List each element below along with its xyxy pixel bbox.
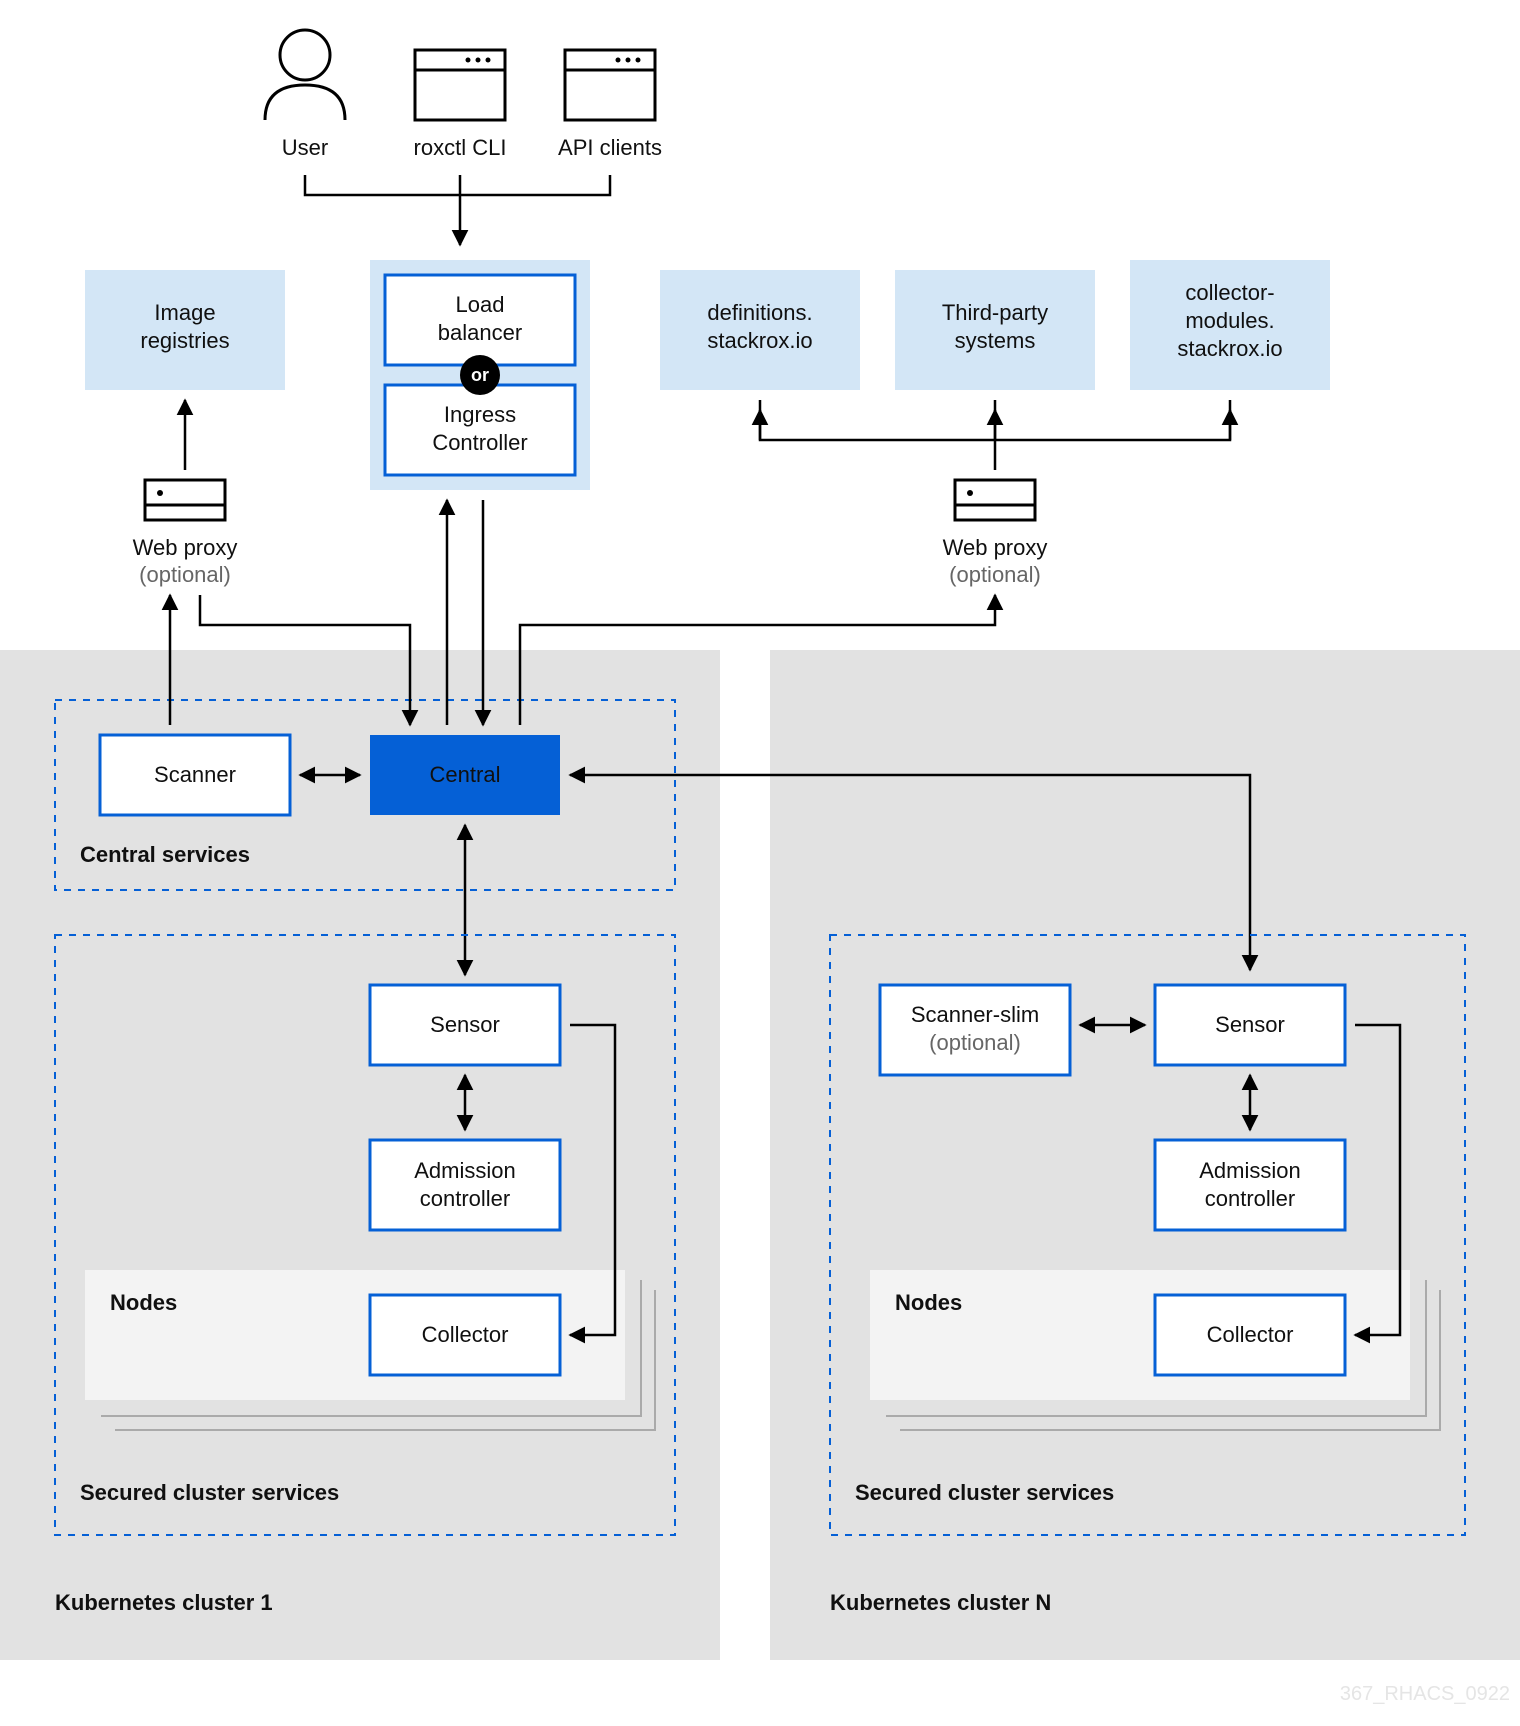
central-services-title: Central services [80, 842, 250, 867]
api-icon [565, 50, 655, 120]
collector-modules-label: collector-modules.stackrox.io [1177, 280, 1282, 361]
admission-1-box [370, 1140, 560, 1230]
web-proxy-left-icon [145, 480, 225, 520]
roxctl-icon [415, 50, 505, 120]
web-proxy-left-sub: (optional) [139, 562, 231, 587]
or-label: or [471, 365, 489, 385]
web-proxy-right-icon [955, 480, 1035, 520]
cluster-n-bg [770, 650, 1520, 1660]
actors-to-lb-connector [305, 175, 610, 245]
sensor-1-label: Sensor [430, 1012, 500, 1037]
web-proxy-right-label: Web proxy [943, 535, 1048, 560]
api-label: API clients [558, 135, 662, 160]
web-proxy-right-sub: (optional) [949, 562, 1041, 587]
nodes-1-label: Nodes [110, 1290, 177, 1315]
roxctl-label: roxctl CLI [414, 135, 507, 160]
scanner-slim-label: Scanner-slim [911, 1002, 1039, 1027]
central-label: Central [430, 762, 501, 787]
watermark: 367_RHACS_0922 [1340, 1683, 1510, 1705]
web-proxy-left-label: Web proxy [133, 535, 238, 560]
user-label: User [282, 135, 328, 160]
secured-1-title: Secured cluster services [80, 1480, 339, 1505]
admission-n-box [1155, 1140, 1345, 1230]
cluster-n-title: Kubernetes cluster N [830, 1590, 1051, 1615]
user-icon [265, 30, 345, 120]
scanner-label: Scanner [154, 762, 236, 787]
secured-n-title: Secured cluster services [855, 1480, 1114, 1505]
sensor-n-label: Sensor [1215, 1012, 1285, 1037]
architecture-diagram: User roxctl CLI API clients Imageregistr… [0, 0, 1520, 1726]
collector-n-label: Collector [1207, 1322, 1294, 1347]
cluster-1-title: Kubernetes cluster 1 [55, 1590, 273, 1615]
nodes-n-label: Nodes [895, 1290, 962, 1315]
scanner-slim-sub: (optional) [929, 1030, 1021, 1055]
collector-1-label: Collector [422, 1322, 509, 1347]
